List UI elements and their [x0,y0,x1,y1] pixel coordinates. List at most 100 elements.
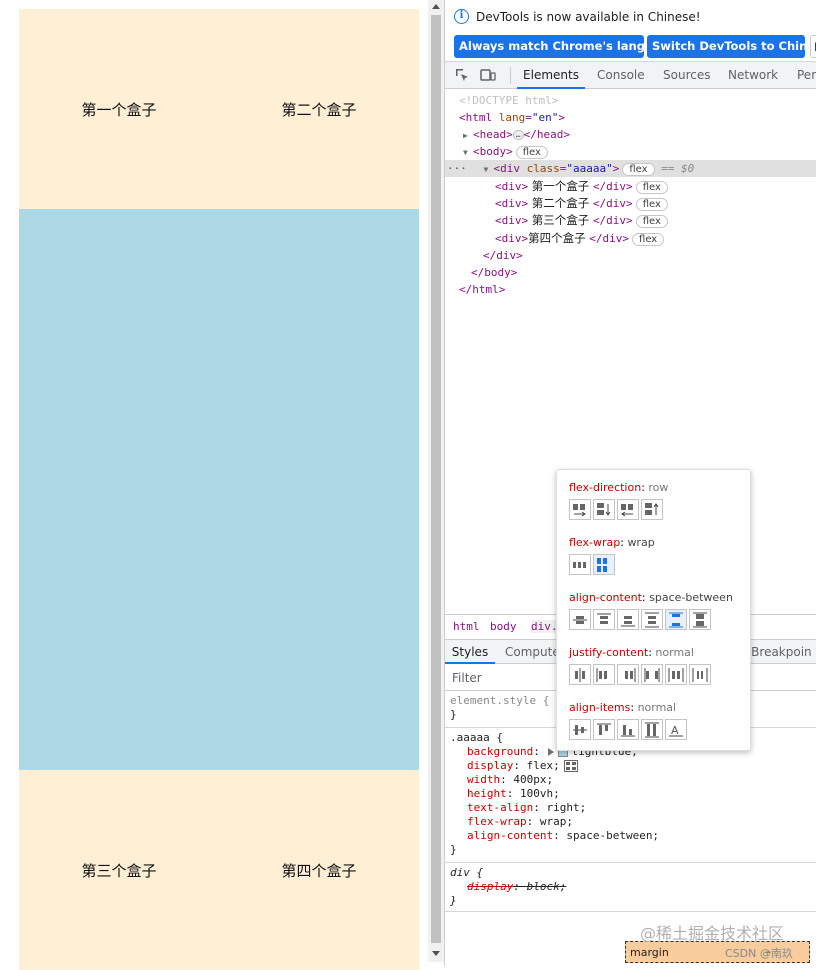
flex-badge[interactable]: flex [635,180,668,194]
div-selector: div { [450,866,484,879]
head-open-tag: <head> [473,128,513,141]
prop-name: text-align [467,801,534,814]
devtools-main-tabbar: Elements Console Sources Network Perf [445,62,816,89]
crumb-body[interactable]: body [490,620,517,633]
dom-node-child-1[interactable]: <div> 第一个盒子 </div> flex [445,178,816,195]
child-3-text: 第三个盒子 [528,213,593,227]
prop-name: display [467,880,514,893]
align-content-stretch-icon[interactable] [689,609,711,630]
prop-value: flex; [526,759,560,772]
justify-content-space-evenly-icon[interactable] [689,664,711,685]
tab-network[interactable]: Network [728,62,778,89]
flex-direction-column-icon[interactable] [593,499,615,520]
dom-node-div-close[interactable]: </div> [445,247,816,264]
div-close-tag: </div> [592,214,633,227]
align-content-flex-start-icon[interactable] [593,609,615,630]
align-content-flex-end-icon[interactable] [617,609,639,630]
flex-badge[interactable]: flex [515,145,548,159]
prop-display[interactable]: display: flex; [450,759,816,773]
box-4: 第四个盒子 [219,770,419,970]
align-items-flex-start-icon[interactable] [593,719,615,740]
dom-node-child-4[interactable]: <div>第四个盒子 </div> flex [445,230,816,247]
justify-content-space-between-icon[interactable] [641,664,663,685]
div-close-tag: </div> [483,249,523,262]
dom-node-body[interactable]: ▼ <body> flex [445,143,816,160]
div-close-tag: </div> [589,232,630,245]
dom-node-doctype[interactable]: <!DOCTYPE html> [445,92,816,109]
switch-to-chinese-button[interactable]: Switch DevTools to Chinese [647,35,816,58]
flex-direction-row-icon[interactable] [569,499,591,520]
more-actions-icon[interactable]: ··· [447,162,467,175]
prop-align-content[interactable]: align-content: space-between; [450,829,816,843]
scroll-up-arrow-icon[interactable] [432,4,440,9]
expand-arrow-icon[interactable] [548,748,555,756]
prop-height[interactable]: height: 100vh; [450,787,816,801]
prop-value: 400px; [513,773,554,786]
align-items-stretch-icon[interactable] [641,719,663,740]
class-attr: class [526,162,560,175]
align-content-space-around-icon[interactable] [641,609,663,630]
fe-justify-content: justify-content: normal [569,646,744,685]
dom-node-html[interactable]: <html lang="en"> [445,109,816,126]
align-items-baseline-icon[interactable]: A [665,719,687,740]
always-match-language-button[interactable]: Always match Chrome's language [454,35,677,58]
prop-text-align[interactable]: text-align: right; [450,801,816,815]
justify-content-flex-end-icon[interactable] [617,664,639,685]
flex-wrap-nowrap-icon[interactable] [569,554,591,575]
prop-display-overridden[interactable]: display: block; [450,880,816,894]
inspect-element-icon[interactable] [454,67,470,83]
crumb-html[interactable]: html [453,620,480,633]
expanded-triangle-icon[interactable]: ▼ [484,161,494,178]
align-content-center-icon[interactable] [569,609,591,630]
prop-name: display [467,759,514,772]
scrollbar-thumb[interactable] [431,15,441,943]
dont-show-again-button[interactable]: D [810,35,816,58]
prop-width[interactable]: width: 400px; [450,773,816,787]
flex-badge[interactable]: flex [622,162,655,176]
justify-content-flex-start-icon[interactable] [593,664,615,685]
device-toolbar-icon[interactable] [480,67,496,83]
rule-div-user-agent[interactable]: div { display: block; } [445,866,816,912]
fe-align-items: align-items: normal A [569,701,744,740]
flex-direction-column-reverse-icon[interactable] [641,499,663,520]
align-content-space-between-icon[interactable] [665,609,687,630]
dom-node-child-2[interactable]: <div> 第二个盒子 </div> flex [445,195,816,212]
scroll-down-arrow-icon[interactable] [432,951,440,956]
page-scrollbar[interactable] [428,0,444,962]
info-icon: i [454,9,469,24]
flexbox-editor-icon[interactable] [563,760,578,772]
justify-content-center-icon[interactable] [569,664,591,685]
justify-content-space-around-icon[interactable] [665,664,687,685]
tab-sources[interactable]: Sources [663,62,710,89]
page-viewport: 第一个盒子 第二个盒子 第三个盒子 第四个盒子 [0,0,428,970]
dom-node-head[interactable]: ▶ <head>… </head> [445,126,816,143]
dom-node-div-aaaaa[interactable]: ··· ▼ <div class="aaaaa"> flex == $0 [445,160,816,177]
fe-flex-wrap: flex-wrap: wrap [569,536,744,575]
collapsed-triangle-icon[interactable]: ▶ [463,127,473,144]
flex-direction-row-reverse-icon[interactable] [617,499,639,520]
tab-performance[interactable]: Perf [797,62,816,89]
ellipsis-badge[interactable]: … [512,130,524,140]
flex-badge[interactable]: flex [635,214,668,228]
dom-node-child-3[interactable]: <div> 第三个盒子 </div> flex [445,212,816,229]
fe-prop-name: align-content [569,591,642,604]
tab-elements[interactable]: Elements [517,62,585,89]
lang-value: "en" [531,111,559,124]
dom-node-html-close[interactable]: </html> [445,281,816,298]
flex-wrap-wrap-icon[interactable] [593,554,615,575]
prop-name: height [467,787,507,800]
tab-console[interactable]: Console [597,62,645,89]
flex-badge[interactable]: flex [632,232,665,246]
align-items-flex-end-icon[interactable] [617,719,639,740]
dom-node-body-close[interactable]: </body> [445,264,816,281]
tab-styles[interactable]: Styles [445,640,495,664]
flex-badge[interactable]: flex [635,197,668,211]
expanded-triangle-icon[interactable]: ▼ [463,144,473,161]
prop-flex-wrap[interactable]: flex-wrap: wrap; [450,815,816,829]
align-items-center-icon[interactable] [569,719,591,740]
flexbox-editor-popup: flex-direction: row flex-wrap: wrap alig… [556,469,751,751]
prop-value: space-between; [566,829,660,842]
html-open-tag: <html [459,111,493,124]
div-close: } [450,894,457,907]
prop-name: width [467,773,501,786]
